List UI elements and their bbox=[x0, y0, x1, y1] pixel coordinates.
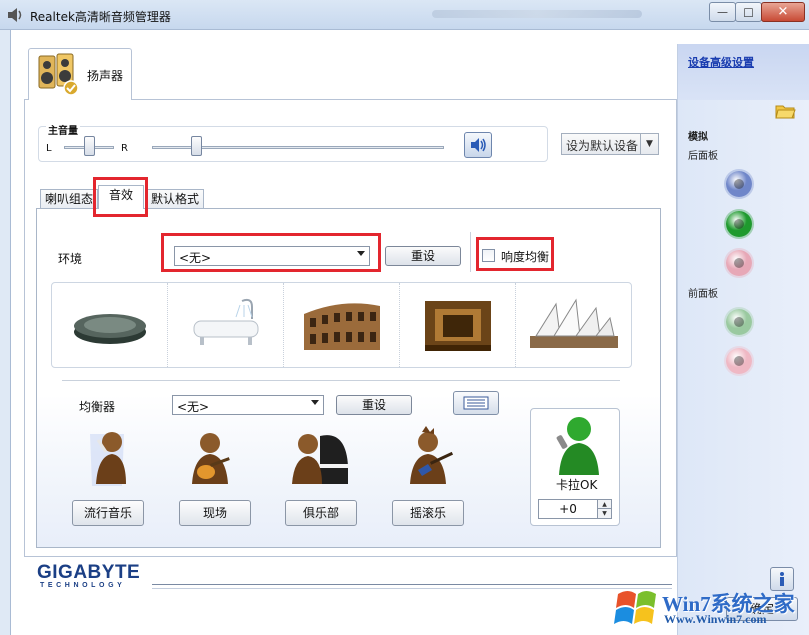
karaoke-value-field[interactable]: +0 bbox=[538, 499, 598, 519]
window-title: Realtek高清晰音频管理器 bbox=[30, 10, 171, 24]
mute-button[interactable] bbox=[464, 132, 492, 158]
club-pianist-icon bbox=[292, 434, 348, 484]
stone-icon bbox=[73, 314, 146, 344]
balance-right-label: R bbox=[121, 143, 128, 154]
advanced-device-settings-link[interactable]: 设备高级设置 bbox=[688, 54, 754, 70]
balance-slider-thumb[interactable] bbox=[84, 136, 95, 156]
environment-preset-stone[interactable] bbox=[52, 283, 168, 367]
title-bar: Realtek高清晰音频管理器 — □ ✕ bbox=[0, 0, 809, 30]
close-button[interactable]: ✕ bbox=[761, 2, 805, 22]
karaoke-singer-icon bbox=[556, 417, 599, 475]
equalizer-grid-icon bbox=[463, 396, 489, 410]
pop-singer-icon bbox=[90, 432, 126, 486]
colosseum-icon bbox=[303, 303, 380, 350]
karaoke-spinner: ▲ ▼ bbox=[598, 499, 612, 519]
tab-default-format[interactable]: 默认格式 bbox=[146, 189, 205, 209]
environment-reset-button[interactable]: 重设 bbox=[385, 246, 461, 266]
front-panel-label: 前面板 bbox=[688, 289, 718, 300]
opera-house-icon bbox=[529, 298, 618, 348]
graphic-equalizer-button[interactable] bbox=[453, 391, 499, 415]
balance-left-label: L bbox=[46, 143, 52, 154]
back-jack-pink[interactable] bbox=[726, 250, 752, 276]
environment-presets bbox=[51, 282, 632, 368]
environment-preset-wooden-room[interactable] bbox=[400, 283, 516, 367]
back-panel-label: 后面板 bbox=[688, 151, 718, 162]
chevron-down-icon bbox=[311, 400, 319, 405]
karaoke-label: 卡拉OK bbox=[556, 478, 598, 492]
highlight-box bbox=[93, 177, 148, 217]
eq-preset-pop-button[interactable]: 流行音乐 bbox=[72, 500, 144, 526]
equalizer-select[interactable]: <无> bbox=[172, 395, 324, 415]
environment-preset-opera-house[interactable] bbox=[516, 283, 631, 367]
speaker-app-icon bbox=[8, 8, 22, 22]
brand-logo: GIGABYTE bbox=[37, 562, 141, 583]
back-jack-green[interactable] bbox=[726, 211, 752, 237]
watermark-url: Www.Winwin7.com bbox=[664, 612, 767, 626]
eq-preset-rock-button[interactable]: 摇滚乐 bbox=[392, 500, 464, 526]
separator bbox=[152, 584, 672, 585]
master-volume-title: 主音量 bbox=[46, 122, 80, 137]
folder-icon[interactable] bbox=[774, 102, 796, 120]
highlight-box bbox=[476, 237, 554, 271]
spin-up-icon[interactable]: ▲ bbox=[598, 500, 611, 509]
blurred-title-area bbox=[432, 10, 642, 18]
advanced-settings-header: 设备高级设置 bbox=[678, 44, 809, 100]
environment-preset-bathroom[interactable] bbox=[168, 283, 284, 367]
analog-label: 模拟 bbox=[688, 132, 708, 143]
front-jack-green[interactable] bbox=[726, 309, 752, 335]
side-panel: 设备高级设置 模拟 后面板 前面板 bbox=[677, 44, 809, 635]
chevron-down-icon[interactable]: ▼ bbox=[640, 134, 658, 154]
rock-guitarist-icon bbox=[410, 426, 454, 484]
volume-slider-thumb[interactable] bbox=[190, 136, 202, 156]
tab-speaker-config[interactable]: 喇叭组态 bbox=[40, 189, 99, 209]
spin-down-icon[interactable]: ▼ bbox=[598, 509, 611, 518]
eq-preset-club-button[interactable]: 俱乐部 bbox=[285, 500, 357, 526]
set-default-device-button[interactable]: 设为默认设备 ▼ bbox=[561, 133, 659, 155]
environment-label: 环境 bbox=[58, 252, 83, 266]
speakers-icon bbox=[38, 53, 79, 96]
device-tab-speaker[interactable]: 扬声器 bbox=[28, 48, 132, 100]
environment-preset-colosseum[interactable] bbox=[284, 283, 400, 367]
equalizer-reset-button[interactable]: 重设 bbox=[336, 395, 412, 415]
speaker-volume-icon bbox=[471, 138, 486, 152]
bathtub-icon bbox=[193, 298, 258, 345]
separator bbox=[62, 380, 620, 381]
separator bbox=[152, 588, 672, 589]
back-jack-blue[interactable] bbox=[726, 171, 752, 197]
maximize-button[interactable]: □ bbox=[735, 2, 762, 22]
eq-preset-live-button[interactable]: 现场 bbox=[179, 500, 251, 526]
live-guitarist-icon bbox=[192, 433, 230, 484]
separator bbox=[470, 232, 471, 272]
brand-sub-logo: TECHNOLOGY bbox=[40, 582, 126, 589]
device-tab-label: 扬声器 bbox=[87, 69, 124, 83]
equalizer-label: 均衡器 bbox=[79, 400, 116, 414]
minimize-button[interactable]: — bbox=[709, 2, 736, 22]
front-jack-pink[interactable] bbox=[726, 348, 752, 374]
highlight-box bbox=[161, 233, 381, 272]
wooden-room-icon bbox=[424, 301, 491, 351]
